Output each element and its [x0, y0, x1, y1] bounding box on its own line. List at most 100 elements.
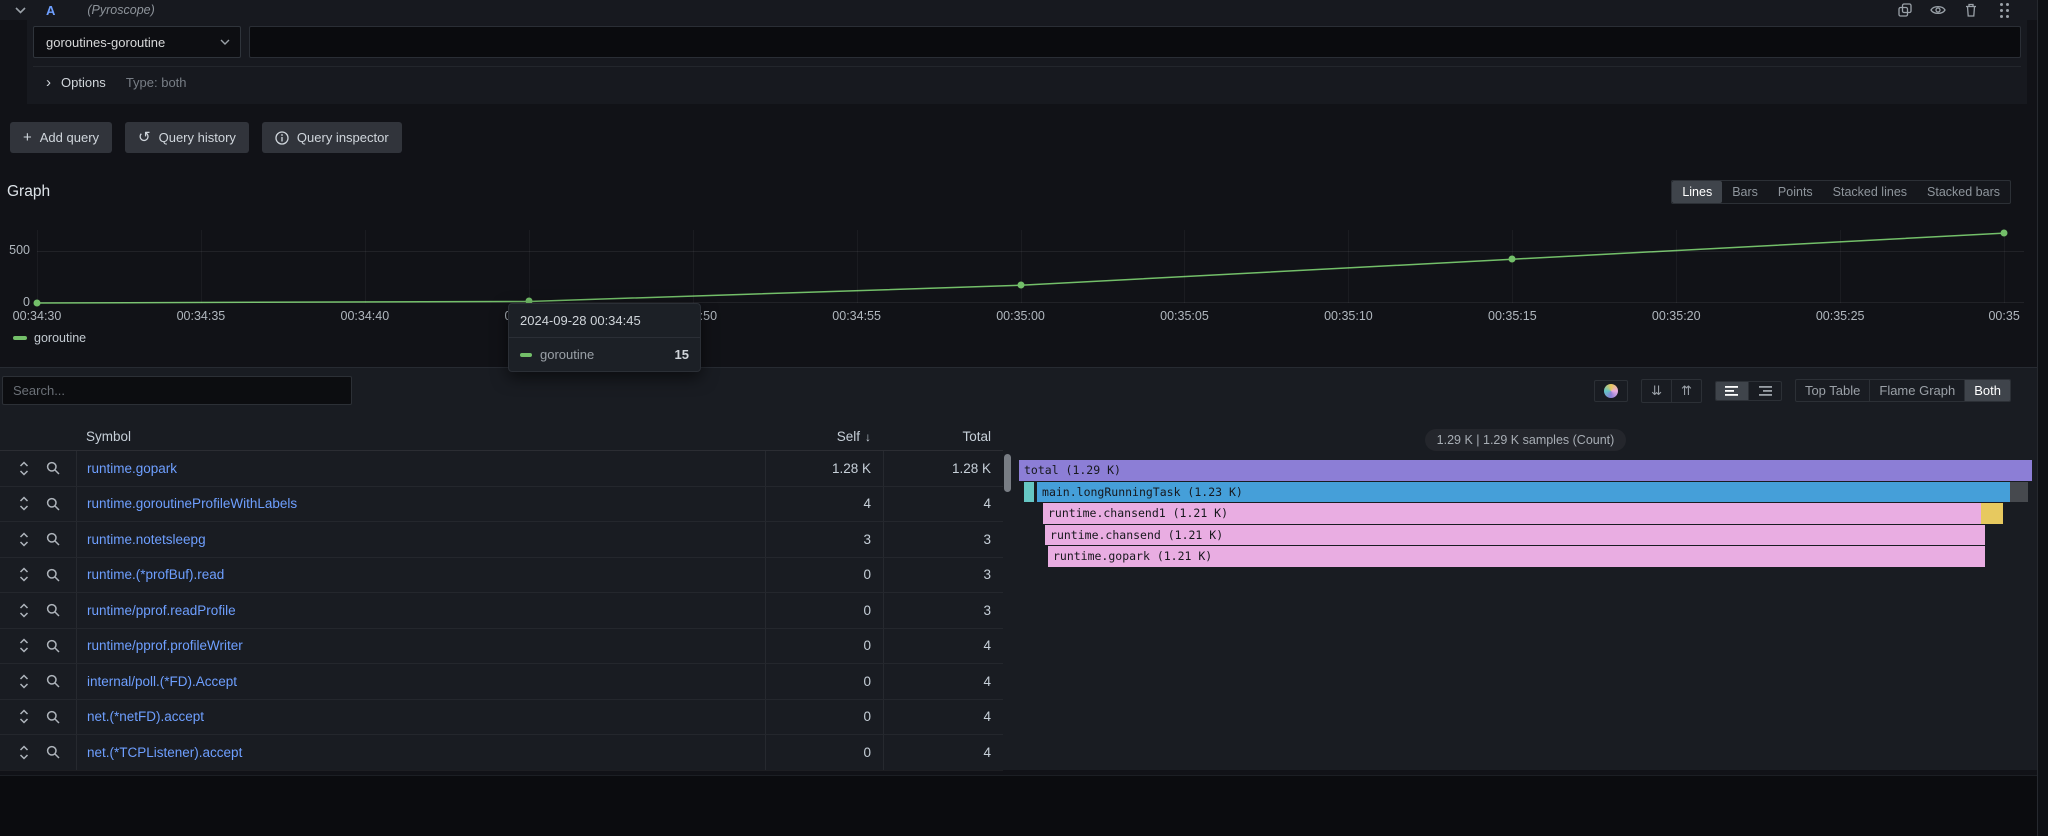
symbol-link[interactable]: runtime/pprof.readProfile: [76, 593, 765, 628]
color-scheme-button[interactable]: [1595, 381, 1627, 401]
flame-bar[interactable]: runtime.chansend (1.21 K): [1045, 525, 1985, 546]
table-scrollbar-thumb[interactable]: [1004, 454, 1011, 492]
symbol-link[interactable]: runtime.(*profBuf).read: [76, 558, 765, 593]
search-symbol-icon[interactable]: [45, 709, 61, 725]
search-symbol-icon[interactable]: [45, 567, 61, 583]
options-toggle-row[interactable]: › Options Type: both: [33, 66, 2021, 98]
search-symbol-icon[interactable]: [45, 460, 61, 476]
expand-stack-icon[interactable]: [16, 531, 32, 547]
collapse-query-icon[interactable]: [12, 2, 28, 18]
search-symbol-icon[interactable]: [45, 673, 61, 689]
search-symbol-icon[interactable]: [45, 602, 61, 618]
expand-stack-icon[interactable]: [16, 602, 32, 618]
y-axis-label: 500: [9, 243, 30, 257]
flame-bar[interactable]: [1981, 503, 2003, 524]
x-axis-label: 00:35:00: [996, 309, 1045, 323]
graph-mode-tab[interactable]: Points: [1768, 181, 1823, 203]
pyroscope-query-page: A (Pyroscope) goroutines-goroutine: [0, 0, 2037, 836]
graph-legend: goroutine: [13, 331, 2037, 345]
add-query-button[interactable]: + Add query: [10, 122, 112, 153]
disable-query-eye-icon[interactable]: [1930, 2, 1946, 18]
y-axis: 0500: [0, 230, 37, 303]
expand-stack-icon[interactable]: [16, 744, 32, 760]
duplicate-query-icon[interactable]: [1897, 2, 1913, 18]
self-value: 4: [765, 487, 883, 522]
data-point-dot: [34, 300, 41, 307]
flame-bar[interactable]: runtime.gopark (1.21 K): [1048, 546, 1985, 567]
flame-graph-rows: total (1.29 K) main.longRunningTask (1.2…: [1019, 460, 2032, 568]
legend-item[interactable]: goroutine: [13, 331, 86, 345]
column-self[interactable]: Self↓: [765, 429, 883, 444]
table-row[interactable]: runtime.gopark 1.28 K 1.28 K: [0, 451, 1003, 487]
symbol-link[interactable]: runtime.gopark: [76, 451, 765, 486]
flame-graph-summary-badge: 1.29 K | 1.29 K samples (Count): [1425, 429, 1627, 451]
expand-stack-icon[interactable]: [16, 638, 32, 654]
graph-mode-tab[interactable]: Lines: [1672, 181, 1722, 203]
expand-stack-icon[interactable]: [16, 460, 32, 476]
query-history-button[interactable]: ↺ Query history: [125, 122, 249, 153]
flame-bar-label: runtime.gopark (1.21 K): [1048, 549, 1212, 563]
table-row[interactable]: runtime.notetsleepg 3 3: [0, 522, 1003, 558]
expand-stack-icon[interactable]: [16, 673, 32, 689]
flame-bar[interactable]: [1024, 482, 1034, 503]
query-editor-card: goroutines-goroutine › Options Type: bot…: [27, 20, 2027, 104]
expand-stack-icon[interactable]: [16, 496, 32, 512]
column-total[interactable]: Total: [883, 429, 1003, 444]
graph-mode-tab[interactable]: Stacked bars: [1917, 181, 2010, 203]
options-label: Options: [61, 75, 106, 90]
profile-type-select[interactable]: goroutines-goroutine: [33, 26, 241, 58]
search-symbol-icon[interactable]: [45, 744, 61, 760]
graph-mode-tab[interactable]: Stacked lines: [1823, 181, 1917, 203]
symbol-link[interactable]: net.(*TCPListener).accept: [76, 735, 765, 770]
timeseries-chart: 0500 00:34:3000:34:3500:34:4000:34:4500:…: [0, 230, 2037, 303]
column-symbol[interactable]: Symbol: [76, 429, 765, 444]
symbol-link[interactable]: runtime.goroutineProfileWithLabels: [76, 487, 765, 522]
expand-stack-icon[interactable]: [16, 709, 32, 725]
expand-stack-icon[interactable]: [16, 567, 32, 583]
label-selector-input[interactable]: [249, 26, 2021, 58]
flame-bar[interactable]: total (1.29 K): [1019, 460, 2032, 481]
query-toolbar: + Add query ↺ Query history Query inspec…: [10, 122, 2037, 153]
symbol-link[interactable]: runtime/pprof.profileWriter: [76, 629, 765, 664]
table-row[interactable]: runtime/pprof.readProfile 0 3: [0, 593, 1003, 629]
search-symbol-icon[interactable]: [45, 531, 61, 547]
view-mode-tab[interactable]: Both: [1964, 380, 2010, 401]
data-point-dot: [1017, 282, 1024, 289]
flame-graph: 1.29 K | 1.29 K samples (Count) total (1…: [1019, 423, 2032, 568]
search-symbol-icon[interactable]: [45, 638, 61, 654]
view-mode-tab[interactable]: Top Table: [1796, 380, 1869, 401]
collapse-all-button[interactable]: ⇊: [1642, 380, 1671, 402]
color-wheel-icon: [1604, 384, 1618, 398]
self-value: 0: [765, 700, 883, 735]
data-point-dot: [1509, 256, 1516, 263]
symbol-link[interactable]: internal/poll.(*FD).Accept: [76, 664, 765, 699]
table-row[interactable]: net.(*netFD).accept 0 4: [0, 700, 1003, 736]
total-value: 4: [883, 735, 1003, 770]
symbol-link[interactable]: runtime.notetsleepg: [76, 522, 765, 557]
table-row[interactable]: internal/poll.(*FD).Accept 0 4: [0, 664, 1003, 700]
drag-handle-icon[interactable]: [1996, 2, 2012, 18]
table-row[interactable]: net.(*TCPListener).accept 0 4: [0, 735, 1003, 771]
top-table: Symbol Self↓ Total: [0, 423, 1003, 771]
table-row[interactable]: runtime/pprof.profileWriter 0 4: [0, 629, 1003, 665]
search-symbol-icon[interactable]: [45, 496, 61, 512]
table-row[interactable]: runtime.goroutineProfileWithLabels 4 4: [0, 487, 1003, 523]
plus-icon: +: [23, 130, 32, 145]
flame-bar[interactable]: [2010, 482, 2028, 503]
view-mode-tab[interactable]: Flame Graph: [1869, 380, 1964, 401]
symbol-link[interactable]: net.(*netFD).accept: [76, 700, 765, 735]
search-input[interactable]: [2, 376, 352, 405]
align-text-left-button[interactable]: [1716, 382, 1748, 400]
flame-bar[interactable]: main.longRunningTask (1.23 K): [1037, 482, 2009, 503]
align-right-icon: [1758, 385, 1772, 397]
plot-area[interactable]: 00:34:3000:34:3500:34:4000:34:4500:34:50…: [37, 230, 2024, 303]
x-axis-label: 00:34:35: [177, 309, 226, 323]
delete-query-trash-icon[interactable]: [1963, 2, 1979, 18]
table-row[interactable]: runtime.(*profBuf).read 0 3: [0, 558, 1003, 594]
page-scrollbar-gutter[interactable]: [2037, 0, 2048, 836]
flame-bar[interactable]: runtime.chansend1 (1.21 K): [1043, 503, 1981, 524]
query-inspector-button[interactable]: Query inspector: [262, 122, 402, 153]
align-text-right-button[interactable]: [1748, 382, 1781, 400]
expand-all-button[interactable]: ⇈: [1671, 380, 1701, 402]
graph-mode-tab[interactable]: Bars: [1722, 181, 1768, 203]
